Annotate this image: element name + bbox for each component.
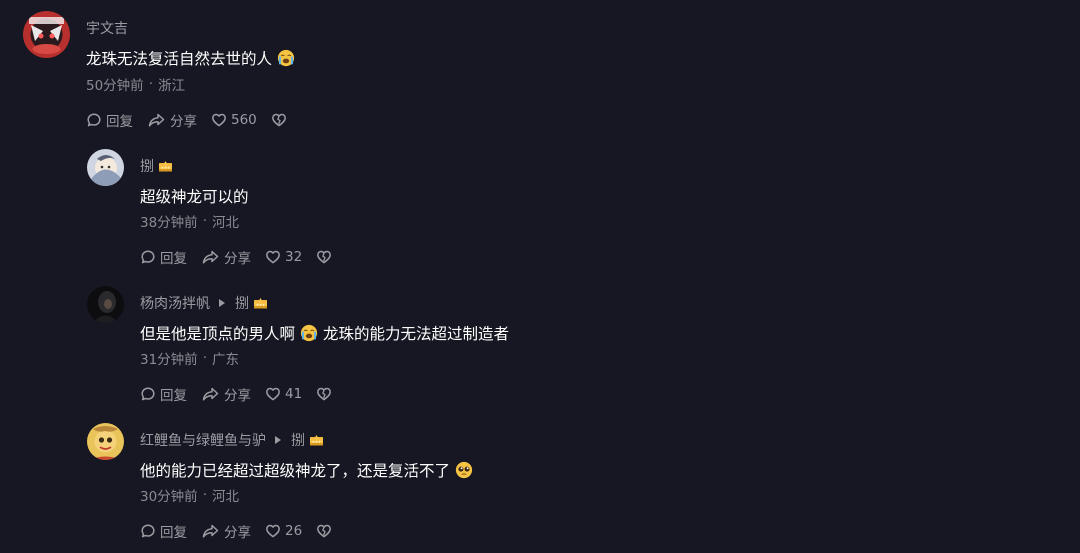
comment-time: 50分钟前 [86, 78, 144, 94]
like-button[interactable]: 32 [265, 249, 302, 265]
like-count: 560 [231, 112, 257, 128]
share-button[interactable]: 分享 [147, 110, 197, 130]
broken-heart-icon [316, 249, 332, 265]
reply-button[interactable]: 回复 [140, 384, 187, 404]
meta-separator: · [202, 213, 207, 229]
reply-label: 回复 [160, 251, 187, 267]
comment-time: 31分钟前 [140, 352, 198, 368]
heart-icon [265, 523, 281, 539]
crown-badge-icon [309, 434, 324, 446]
like-button[interactable]: 41 [265, 386, 302, 402]
crying-face-emoji-icon [300, 324, 318, 342]
author-name[interactable]: 红鲤鱼与绿鲤鱼与驴 [140, 430, 266, 450]
reply-button[interactable]: 回复 [140, 247, 187, 267]
broken-heart-icon [316, 386, 332, 402]
reply-target-name[interactable]: 捌 [291, 430, 305, 450]
comment-text: 龙珠无法复活自然去世的人 [86, 47, 300, 69]
share-label: 分享 [224, 388, 251, 404]
comment-text-part: 他的能力已经超过超级神龙了，还是复活不了 [140, 462, 451, 480]
share-label: 分享 [170, 114, 197, 130]
heart-icon [265, 386, 281, 402]
crying-face-emoji-icon [277, 49, 295, 67]
dislike-button[interactable] [316, 523, 336, 539]
share-icon [201, 386, 220, 402]
comment-time: 38分钟前 [140, 215, 198, 231]
share-button[interactable]: 分享 [201, 247, 251, 267]
reply-icon [140, 523, 156, 539]
author-name[interactable]: 捌 [140, 156, 154, 176]
avatar[interactable] [87, 423, 124, 460]
comment-text-part: 龙珠无法复活自然去世的人 [86, 50, 273, 68]
reply-icon [86, 112, 102, 128]
comment-text: 但是他是顶点的男人啊 龙珠的能力无法超过制造者 [140, 322, 509, 344]
meta-separator: · [148, 76, 153, 92]
comment-location: 河北 [211, 489, 239, 505]
avatar[interactable] [23, 11, 70, 58]
comment-text: 他的能力已经超过超级神龙了，还是复活不了 [140, 459, 478, 481]
pleading-face-emoji-icon [455, 461, 473, 479]
comment-meta: 31分钟前 · 广东 [140, 348, 239, 368]
heart-icon [265, 249, 281, 265]
crown-badge-icon [158, 160, 173, 172]
comment-meta: 50分钟前 · 浙江 [86, 74, 185, 94]
reply-arrow-icon [219, 299, 225, 307]
author-name[interactable]: 杨肉汤拌帆 [140, 293, 210, 313]
dislike-button[interactable] [271, 112, 291, 128]
heart-icon [211, 112, 227, 128]
avatar[interactable] [87, 149, 124, 186]
reply-target-name[interactable]: 捌 [235, 293, 249, 313]
like-button[interactable]: 560 [211, 112, 257, 128]
like-count: 41 [285, 386, 303, 402]
meta-separator: · [202, 487, 207, 503]
reply-label: 回复 [160, 525, 187, 541]
share-label: 分享 [224, 525, 251, 541]
reply-button[interactable]: 回复 [86, 110, 133, 130]
comment-location: 浙江 [157, 78, 185, 94]
like-count: 32 [285, 249, 303, 265]
reply-button[interactable]: 回复 [140, 521, 187, 541]
comment-actions: 回复 分享 41 [140, 383, 350, 405]
reply-label: 回复 [106, 114, 133, 130]
comment-list: 宇文吉 龙珠无法复活自然去世的人 50分钟前 · 浙江 回复 分享 560 捌 … [0, 0, 1080, 553]
comment-meta: 30分钟前 · 河北 [140, 485, 239, 505]
comment-location: 河北 [211, 215, 239, 231]
reply-label: 回复 [160, 388, 187, 404]
reply-icon [140, 386, 156, 402]
dislike-button[interactable] [316, 249, 336, 265]
comment-meta: 38分钟前 · 河北 [140, 211, 239, 231]
share-button[interactable]: 分享 [201, 521, 251, 541]
share-icon [201, 249, 220, 265]
reply-arrow-icon [275, 436, 281, 444]
share-label: 分享 [224, 251, 251, 267]
like-button[interactable]: 26 [265, 523, 302, 539]
share-button[interactable]: 分享 [201, 384, 251, 404]
comment-text-part: 龙珠的能力无法超过制造者 [323, 325, 510, 343]
broken-heart-icon [271, 112, 287, 128]
author-name[interactable]: 宇文吉 [86, 18, 128, 38]
comment-time: 30分钟前 [140, 489, 198, 505]
comment-text: 超级神龙可以的 [140, 185, 249, 207]
comment-actions: 回复 分享 26 [140, 520, 350, 542]
comment-location: 广东 [211, 352, 239, 368]
reply-icon [140, 249, 156, 265]
share-icon [147, 112, 166, 128]
like-count: 26 [285, 523, 303, 539]
comment-text-part: 超级神龙可以的 [140, 188, 249, 206]
share-icon [201, 523, 220, 539]
comment-text-part: 但是他是顶点的男人啊 [140, 325, 296, 343]
crown-badge-icon [253, 297, 268, 309]
broken-heart-icon [316, 523, 332, 539]
dislike-button[interactable] [316, 386, 336, 402]
comment-actions: 回复 分享 560 [86, 109, 305, 131]
comment-actions: 回复 分享 32 [140, 246, 350, 268]
avatar[interactable] [87, 286, 124, 323]
meta-separator: · [202, 350, 207, 366]
